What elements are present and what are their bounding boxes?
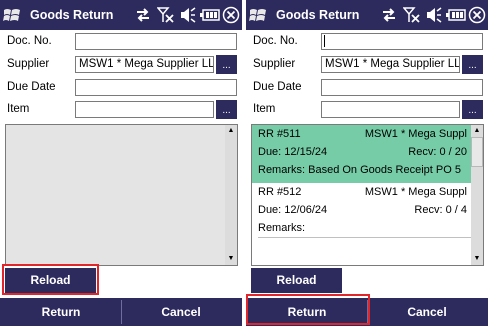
item-label: Item [253, 103, 276, 115]
battery-icon[interactable] [446, 6, 466, 24]
list-scrollbar[interactable]: ▲ ▼ [225, 125, 237, 265]
bottom-action-bar: Return Cancel [0, 298, 242, 326]
connectivity-icon[interactable] [381, 6, 397, 24]
supplier-field[interactable]: MSW1 * Mega Supplier LLC [321, 56, 460, 73]
windows-logo-icon[interactable] [249, 7, 267, 23]
title-bar: Goods Return [0, 0, 242, 30]
cancel-button[interactable]: Cancel [368, 301, 486, 323]
supplier-value: MSW1 * Mega Supplier LLC [325, 58, 460, 70]
record-received: Recv: 0 / 20 [408, 146, 467, 158]
due-date-field[interactable] [321, 79, 483, 96]
volume-icon[interactable] [426, 6, 442, 24]
list-item[interactable]: RR #511 MSW1 * Mega Suppl Due: 12/15/24 … [252, 125, 471, 183]
scroll-down-arrow-icon[interactable]: ▼ [225, 253, 237, 265]
record-supplier: MSW1 * Mega Suppl [364, 128, 467, 140]
due-date-label: Due Date [7, 81, 56, 93]
volume-icon[interactable] [180, 6, 196, 24]
cancel-button[interactable]: Cancel [122, 301, 240, 323]
bottom-action-bar: Return Cancel [246, 298, 488, 326]
close-icon[interactable] [468, 6, 486, 24]
scroll-up-arrow-icon[interactable]: ▲ [471, 125, 483, 137]
reload-button[interactable]: Reload [5, 268, 96, 293]
due-date-label: Due Date [253, 81, 302, 93]
rr-number: RR #512 [258, 186, 302, 198]
list-scrollbar[interactable]: ▲ ▼ [471, 125, 483, 265]
doc-no-field[interactable] [321, 33, 483, 50]
doc-no-field[interactable] [75, 33, 237, 50]
left-screen: Goods Return Doc. No. Supplier MSW1 * Me… [0, 0, 242, 326]
windows-logo-icon[interactable] [3, 7, 21, 23]
reload-button[interactable]: Reload [251, 268, 342, 293]
doc-no-label: Doc. No. [7, 35, 52, 47]
connectivity-icon[interactable] [135, 6, 151, 24]
record-due-date: Due: 12/06/24 [258, 204, 328, 216]
supplier-browse-button[interactable]: ... [216, 55, 237, 74]
list-separator [258, 237, 477, 238]
scroll-thumb[interactable] [471, 137, 483, 167]
app-title: Goods Return [276, 8, 360, 22]
record-received: Recv: 0 / 4 [414, 204, 467, 216]
item-browse-button[interactable]: ... [216, 100, 237, 119]
rr-number: RR #511 [258, 128, 301, 140]
supplier-label: Supplier [7, 58, 50, 70]
supplier-value: MSW1 * Mega Supplier LLC [79, 58, 214, 70]
item-label: Item [7, 103, 30, 115]
scroll-up-arrow-icon[interactable]: ▲ [225, 125, 237, 137]
records-list[interactable]: RR #511 MSW1 * Mega Suppl Due: 12/15/24 … [251, 124, 484, 266]
records-list[interactable]: ▲ ▼ [5, 124, 238, 266]
return-button[interactable]: Return [2, 301, 120, 323]
text-cursor [324, 34, 325, 47]
close-icon[interactable] [222, 6, 240, 24]
due-date-field[interactable] [75, 79, 237, 96]
supplier-browse-button[interactable]: ... [462, 55, 483, 74]
record-due-date: Due: 12/15/24 [258, 146, 328, 158]
no-signal-icon[interactable] [157, 6, 175, 24]
return-button[interactable]: Return [248, 301, 366, 323]
supplier-label: Supplier [253, 58, 296, 70]
record-remarks: Remarks: [258, 222, 306, 234]
item-field[interactable] [75, 101, 214, 118]
no-signal-icon[interactable] [403, 6, 421, 24]
title-bar: Goods Return [246, 0, 488, 30]
record-remarks: Remarks: Based On Goods Receipt PO 5 [258, 164, 461, 176]
right-screen: Goods Return Doc. No. Supplier MSW1 * Me… [246, 0, 488, 326]
app-title: Goods Return [30, 8, 114, 22]
supplier-field[interactable]: MSW1 * Mega Supplier LLC [75, 56, 214, 73]
item-field[interactable] [321, 101, 460, 118]
battery-icon[interactable] [200, 6, 220, 24]
doc-no-label: Doc. No. [253, 35, 298, 47]
scroll-down-arrow-icon[interactable]: ▼ [471, 253, 483, 265]
record-supplier: MSW1 * Mega Suppl [364, 186, 467, 198]
item-browse-button[interactable]: ... [462, 100, 483, 119]
list-item[interactable]: RR #512 MSW1 * Mega Suppl Due: 12/06/24 … [252, 183, 471, 241]
